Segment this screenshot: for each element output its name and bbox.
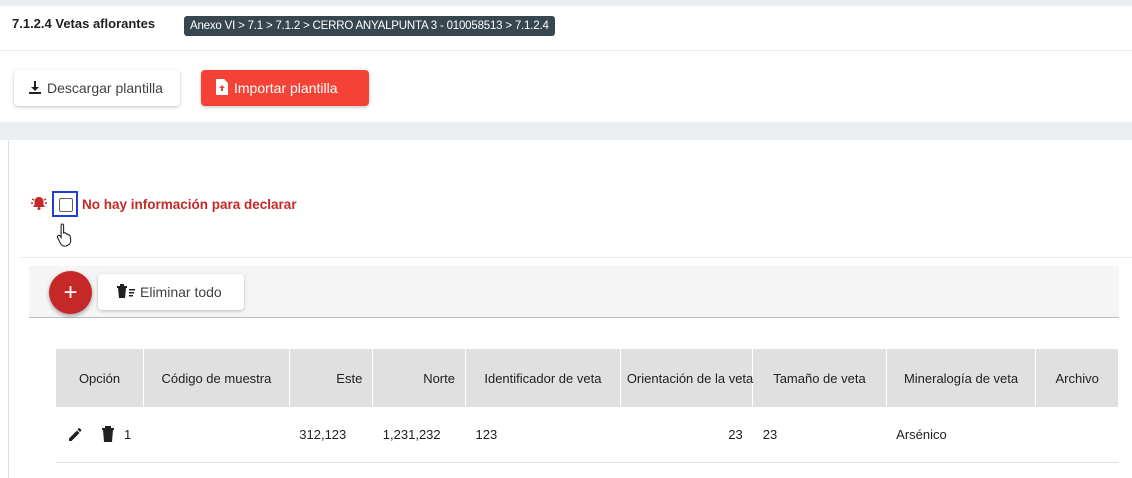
breadcrumb: Anexo VI > 7.1 > 7.1.2 > CERRO ANYALPUNT… xyxy=(184,16,555,36)
column-header[interactable]: Tamaño de veta xyxy=(752,349,887,407)
vein-mineralogy: Arsénico xyxy=(886,407,1036,463)
page-header: 7.1.2.4 Vetas aflorantes Anexo VI > 7.1 … xyxy=(0,0,1132,48)
column-header[interactable]: Opción xyxy=(56,349,145,407)
column-header[interactable]: Código de muestra xyxy=(143,349,290,407)
column-header[interactable]: Identificador de veta xyxy=(465,349,621,407)
no-info-checkbox[interactable] xyxy=(52,191,78,217)
delete-sweep-icon xyxy=(116,283,140,302)
edit-pencil-icon[interactable] xyxy=(66,425,84,443)
column-header[interactable]: Este xyxy=(289,349,374,407)
import-template-button[interactable]: Importar plantilla xyxy=(201,70,369,106)
column-header[interactable]: Norte xyxy=(372,349,466,407)
delete-all-label: Eliminar todo xyxy=(140,284,222,300)
checkbox-square xyxy=(59,198,73,212)
vein-orientation: 23 xyxy=(620,407,753,463)
alarm-bell-icon xyxy=(30,195,48,214)
sample-code-cell xyxy=(143,407,290,463)
section-band xyxy=(0,122,1132,140)
table-row: 1 312,123 1,231,232 123 23 23 Arsénico xyxy=(56,407,1119,463)
table-header-row: Opción Código de muestra Este Norte Iden… xyxy=(56,349,1119,407)
file-upload-icon xyxy=(215,78,234,98)
column-header[interactable]: Orientación de la veta xyxy=(620,349,753,407)
add-row-button[interactable]: + xyxy=(49,271,92,314)
delete-trash-icon[interactable] xyxy=(100,425,116,443)
download-template-label: Descargar plantilla xyxy=(47,80,163,96)
delete-all-button[interactable]: Eliminar todo xyxy=(98,274,244,310)
east-coordinate: 312,123 xyxy=(289,407,373,463)
sample-code: 1 xyxy=(124,426,132,442)
file-cell xyxy=(1035,407,1119,463)
import-template-label: Importar plantilla xyxy=(234,80,338,96)
download-icon xyxy=(28,80,47,97)
north-coordinate: 1,231,232 xyxy=(372,407,466,463)
row-actions-cell: 1 xyxy=(56,407,144,463)
veins-table: Opción Código de muestra Este Norte Iden… xyxy=(56,349,1119,463)
column-header[interactable]: Archivo xyxy=(1035,349,1119,407)
vein-identifier: 123 xyxy=(465,407,621,463)
no-info-label: No hay información para declarar xyxy=(82,197,297,212)
page-title: 7.1.2.4 Vetas aflorantes xyxy=(12,16,156,31)
panel-divider xyxy=(20,257,1132,258)
download-template-button[interactable]: Descargar plantilla xyxy=(14,70,180,106)
column-header[interactable]: Mineralogía de veta xyxy=(886,349,1037,407)
header-divider xyxy=(0,50,1132,51)
vein-size: 23 xyxy=(752,407,887,463)
hand-pointer-icon xyxy=(54,222,78,251)
